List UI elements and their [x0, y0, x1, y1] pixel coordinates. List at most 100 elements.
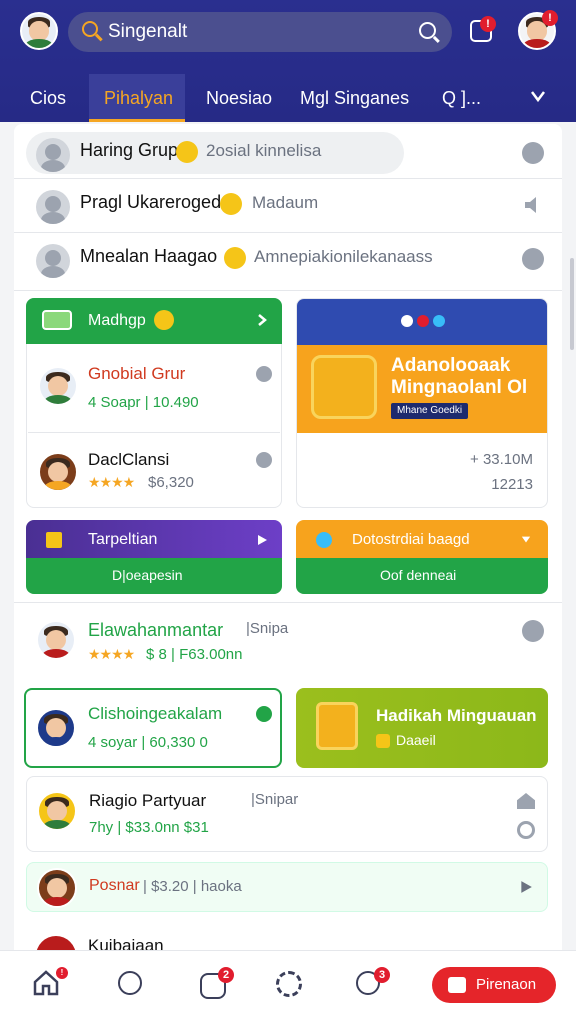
search-icon — [82, 21, 98, 37]
notifications-badge: ! — [480, 16, 496, 32]
chevron-down-icon[interactable] — [530, 88, 546, 104]
chevron-down-icon — [521, 536, 531, 543]
profile-badge: ! — [542, 10, 558, 26]
info-icon[interactable] — [522, 248, 544, 270]
avatar — [38, 366, 78, 406]
tab-noesiao[interactable]: Noesiao — [206, 88, 272, 109]
promo-banner: Adanolooaak Mingnaolanl Ol Mhane Goedki — [297, 345, 547, 433]
gift-box-icon — [316, 702, 358, 750]
tarpeltian-label: Tarpeltian — [88, 531, 158, 548]
list-item[interactable]: Pragl Ukareroged Madaum — [14, 178, 562, 230]
list-item-card[interactable]: Riagio Partyuar |Snipar 7hy | $33.0nn $3… — [26, 776, 548, 852]
promo-title-line2: Mingnaolanl Ol — [391, 377, 528, 398]
messages-badge: 2 — [218, 967, 234, 983]
promo-count: 12213 — [491, 476, 533, 493]
oof-button[interactable]: Oof denneai — [296, 558, 548, 594]
list-item-name: Haring Grup — [80, 140, 179, 160]
tarpeltian-button[interactable]: Tarpeltian — [26, 520, 282, 560]
panel-row-name: Gnobial Grur — [88, 364, 186, 383]
user-avatar[interactable] — [20, 12, 58, 50]
bottom-nav: ! 2 3 Pirenaon — [0, 950, 576, 1024]
tab-cios[interactable]: Cios — [30, 88, 66, 109]
list-item-name: Clishoingeakalam — [88, 704, 223, 723]
tab-mgl-singanes[interactable]: Mgl Singanes — [300, 88, 409, 109]
wallet-panel-title: Madhgp — [88, 312, 146, 329]
divider — [28, 432, 280, 433]
promo-title: Adanolooaak Mingnaolanl Ol — [391, 355, 527, 399]
promo-top-bar — [297, 299, 547, 345]
play-icon — [258, 535, 267, 545]
list-item-sub: Amnepiakionilekanaass — [254, 247, 433, 266]
tab-more[interactable]: Q ]... — [442, 88, 481, 109]
list-item-meta: 7hy | $33.0nn $31 — [89, 819, 209, 836]
search-bar[interactable]: Singenalt — [68, 12, 452, 52]
panel-row-name: DaclClansi — [88, 450, 170, 469]
avatar — [36, 936, 76, 950]
home-icon[interactable] — [517, 793, 535, 809]
chevron-right-icon — [258, 314, 267, 326]
list-item-name: Kuibaiaan — [88, 936, 164, 950]
info-icon[interactable] — [522, 620, 544, 642]
avatar — [37, 791, 77, 831]
search-submit-icon[interactable] — [419, 22, 436, 39]
tab-pihalyan[interactable]: Pihalyan — [104, 88, 173, 109]
avatar — [36, 620, 76, 660]
more-icon[interactable] — [256, 452, 272, 468]
list-item-meta: 4 soyar | 60,330 0 — [88, 734, 208, 751]
list-item-meta: | $3.20 | haoka — [143, 878, 242, 895]
list-item[interactable]: Kuibaiaan — [26, 922, 548, 950]
coin-icon — [376, 734, 390, 748]
gem-icon — [316, 532, 332, 548]
list-item[interactable]: Elawahanmantar |Snipa ★★★★ $ 8 | F63.00n… — [14, 606, 562, 678]
promo-card-2[interactable]: Hadikah Minguauan Daaeil — [296, 688, 548, 768]
list-item-name: Pragl Ukareroged — [80, 192, 222, 212]
rating-stars: ★★★★ — [88, 474, 135, 490]
emoji-icon — [176, 141, 198, 163]
promo-title-line1: Adanolooaak — [391, 355, 511, 376]
gift-box-icon — [311, 355, 377, 419]
avatar — [37, 868, 77, 908]
avatar — [36, 138, 70, 172]
emoji-icon — [220, 193, 242, 215]
compass-badge: 3 — [374, 967, 390, 983]
promo2-sub: Daaeil — [396, 732, 436, 748]
selected-check-icon — [256, 706, 272, 722]
gift-icon — [448, 977, 466, 993]
list-item-name: Elawahanmantar — [88, 620, 224, 640]
dotostrdiai-button[interactable]: Dotostrdiai baagd — [296, 520, 548, 560]
divider — [14, 290, 562, 291]
mute-icon[interactable] — [522, 194, 544, 216]
chat-icon[interactable] — [118, 971, 142, 995]
avatar — [38, 452, 78, 492]
list-item-card[interactable]: Posnar | $3.20 | haoka — [26, 862, 548, 912]
wallet-panel-header[interactable]: Madhgp — [26, 298, 282, 344]
cta-button[interactable]: Pirenaon — [432, 967, 556, 1003]
chevron-right-icon[interactable] — [519, 880, 533, 894]
dots-icon — [401, 315, 447, 329]
emoji-icon — [224, 247, 246, 269]
list-item-name: Riagio Partyuar — [89, 791, 207, 810]
settings-icon[interactable] — [276, 971, 302, 997]
avatar — [36, 708, 76, 748]
list-item-tag: |Snipar — [251, 791, 299, 808]
list-item[interactable]: Haring Grup 2osial kinnelisa — [14, 126, 562, 178]
scrollbar[interactable] — [570, 258, 574, 350]
rating-stars: ★★★★ — [88, 646, 135, 662]
more-icon[interactable] — [256, 366, 272, 382]
search-input[interactable]: Singenalt — [108, 21, 187, 43]
promo-tag[interactable]: Mhane Goedki — [391, 403, 469, 419]
promo2-title: Hadikah Minguauan — [376, 706, 537, 725]
emoji-icon — [154, 310, 174, 330]
avatar — [36, 190, 70, 224]
promo-card[interactable]: Adanolooaak Mingnaolanl Ol Mhane Goedki … — [296, 298, 548, 508]
info-icon[interactable] — [522, 142, 544, 164]
info-icon[interactable] — [517, 821, 535, 839]
cta-label: Pirenaon — [476, 976, 537, 993]
panel-row-meta: $6,320 — [148, 474, 194, 491]
divider — [14, 602, 562, 603]
deposit-button[interactable]: D|oeapesin — [26, 558, 282, 594]
selected-card[interactable]: Clishoingeakalam 4 soyar | 60,330 0 — [24, 688, 282, 768]
panel-row-meta: 4 Soapr | 10.490 — [88, 394, 199, 411]
list-item[interactable]: Mnealan Haagao Amnepiakionilekanaass — [14, 232, 562, 284]
dotostrdiai-label: Dotostrdiai baagd — [352, 531, 470, 548]
